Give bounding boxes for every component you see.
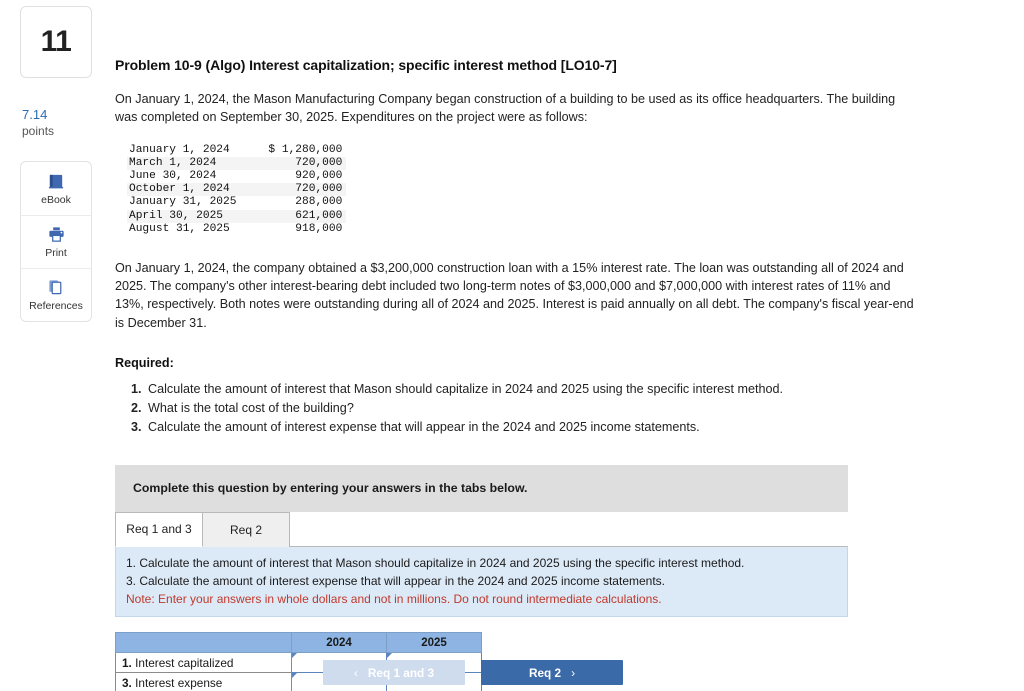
expenditure-amount: 720,000 bbox=[295, 183, 343, 196]
required-heading: Required: bbox=[115, 355, 174, 370]
expenditure-amount: 920,000 bbox=[295, 169, 343, 182]
table-row: March 1, 2024 720,000 bbox=[127, 156, 347, 170]
question-number-box: 11 bbox=[20, 6, 92, 78]
book-icon bbox=[47, 172, 66, 191]
column-header-2024: 2024 bbox=[291, 632, 387, 654]
amount-value: 1,280,000 bbox=[281, 143, 343, 156]
instruction-note: Note: Enter your answers in whole dollar… bbox=[126, 591, 662, 606]
expenditure-date: April 30, 2025 bbox=[129, 209, 223, 222]
navigation-buttons: ‹ Req 1 and 3 Req 2 › bbox=[323, 660, 623, 685]
row-number: 1. bbox=[122, 655, 132, 670]
list-item: 3. Calculate the amount of interest expe… bbox=[131, 418, 1010, 437]
table-header-row: 2024 2025 bbox=[115, 632, 482, 654]
tab-label: Req 2 bbox=[229, 522, 263, 537]
main-content: Problem 10-9 (Algo) Interest capitalizat… bbox=[115, 0, 1010, 691]
column-header-blank bbox=[115, 632, 292, 654]
expenditures-body: January 1, 2024 $ 1,280,000 March 1, 202… bbox=[127, 144, 347, 236]
row-number: 3. bbox=[122, 675, 132, 690]
prev-req-button[interactable]: ‹ Req 1 and 3 bbox=[323, 660, 465, 685]
expenditures-table: January 1, 2024 $ 1,280,000 March 1, 202… bbox=[127, 144, 347, 236]
requirement-text: Calculate the amount of interest expense… bbox=[148, 420, 700, 435]
table-row: August 31, 2025 918,000 bbox=[127, 223, 346, 236]
tab-label: Req 1 and 3 bbox=[126, 522, 192, 537]
question-page: 11 7.14 points eBook Print References Pr… bbox=[0, 0, 1024, 691]
table-row: October 1, 2024 720,000 bbox=[127, 183, 347, 197]
requirement-text: What is the total cost of the building? bbox=[148, 401, 354, 416]
requirement-text: Calculate the amount of interest that Ma… bbox=[148, 381, 783, 396]
instruction-line-1: 1. Calculate the amount of interest that… bbox=[126, 555, 745, 570]
row-label-text: Interest expense bbox=[131, 675, 223, 690]
row-label-interest-capitalized: 1. Interest capitalized bbox=[115, 652, 292, 674]
print-label: Print bbox=[45, 247, 67, 260]
list-item: 1. Calculate the amount of interest that… bbox=[131, 380, 1010, 399]
instruction-line-2: 3. Calculate the amount of interest expe… bbox=[126, 573, 666, 588]
tab-req-1-and-3[interactable]: Req 1 and 3 bbox=[115, 511, 203, 547]
answer-table-head: 2024 2025 bbox=[115, 632, 482, 654]
tab-req-2[interactable]: Req 2 bbox=[202, 511, 290, 547]
currency-symbol: $ bbox=[268, 143, 276, 156]
left-sidebar: 11 7.14 points eBook Print References bbox=[20, 6, 92, 323]
banner-text: Complete this question by entering your … bbox=[133, 481, 528, 496]
tool-stack: eBook Print References bbox=[20, 161, 92, 323]
expenditure-date: January 1, 2024 bbox=[129, 143, 230, 156]
complete-question-banner: Complete this question by entering your … bbox=[115, 464, 848, 512]
prev-button-label: Req 1 and 3 bbox=[367, 665, 435, 680]
requirement-number: 3. bbox=[131, 420, 142, 435]
instructions-panel: 1. Calculate the amount of interest that… bbox=[115, 545, 848, 618]
expenditure-date: October 1, 2024 bbox=[129, 183, 230, 196]
chevron-left-icon: ‹ bbox=[353, 665, 358, 680]
expenditure-date: August 31, 2025 bbox=[129, 222, 230, 235]
references-button[interactable]: References bbox=[21, 268, 91, 321]
references-label: References bbox=[29, 300, 83, 313]
expenditure-amount: 918,000 bbox=[295, 222, 343, 235]
table-row: January 31, 2025 288,000 bbox=[127, 196, 346, 209]
loan-paragraph: On January 1, 2024, the company obtained… bbox=[115, 260, 914, 330]
expenditure-amount: 621,000 bbox=[295, 209, 343, 222]
expenditure-amount: $ 1,280,000 bbox=[266, 144, 346, 157]
column-header-2025: 2025 bbox=[386, 632, 482, 654]
page-title: Problem 10-9 (Algo) Interest capitalizat… bbox=[115, 57, 617, 73]
expenditure-date: January 31, 2025 bbox=[129, 196, 237, 209]
print-button[interactable]: Print bbox=[21, 215, 91, 268]
points-display: 7.14 points bbox=[20, 107, 92, 140]
ebook-button[interactable]: eBook bbox=[21, 162, 91, 215]
row-label-interest-expense: 3. Interest expense bbox=[115, 672, 292, 691]
next-button-label: Req 2 bbox=[528, 665, 562, 680]
table-row: April 30, 2025 621,000 bbox=[127, 209, 347, 223]
points-label: points bbox=[22, 124, 55, 139]
points-value: 7.14 bbox=[22, 107, 48, 122]
expenditure-amount: 720,000 bbox=[295, 156, 343, 169]
chevron-right-icon: › bbox=[571, 665, 576, 680]
intro-paragraph: On January 1, 2024, the Mason Manufactur… bbox=[115, 92, 896, 125]
answer-tabs: Req 1 and 3 Req 2 bbox=[115, 511, 1010, 547]
expenditure-date: June 30, 2024 bbox=[129, 169, 217, 182]
requirements-list: 1. Calculate the amount of interest that… bbox=[115, 380, 1010, 438]
question-number: 11 bbox=[40, 25, 72, 58]
references-icon bbox=[47, 278, 66, 297]
table-row: June 30, 2024 920,000 bbox=[127, 170, 346, 183]
printer-icon bbox=[47, 225, 66, 244]
table-row: January 1, 2024 $ 1,280,000 bbox=[127, 144, 346, 157]
ebook-label: eBook bbox=[41, 193, 71, 206]
requirement-number: 1. bbox=[131, 381, 142, 396]
list-item: 2. What is the total cost of the buildin… bbox=[131, 399, 1010, 418]
next-req-button[interactable]: Req 2 › bbox=[481, 660, 623, 685]
row-label-text: Interest capitalized bbox=[131, 655, 234, 670]
expenditure-amount: 288,000 bbox=[295, 196, 343, 209]
expenditure-date: March 1, 2024 bbox=[129, 156, 217, 169]
requirement-number: 2. bbox=[131, 401, 142, 416]
